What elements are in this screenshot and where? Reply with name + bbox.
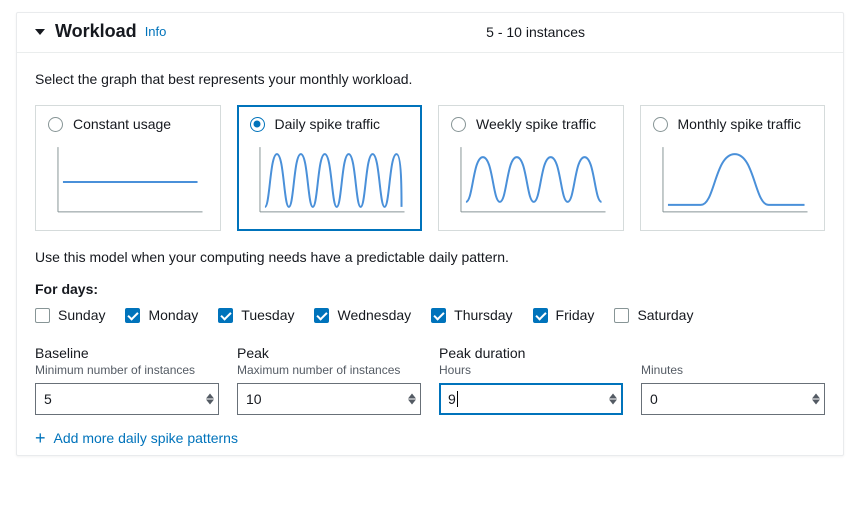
workload-options: Constant usage Daily spike traffic — [35, 105, 825, 231]
description-text: Use this model when your computing needs… — [35, 249, 825, 265]
option-label: Constant usage — [73, 116, 171, 132]
panel-header[interactable]: Workload Info 5 - 10 instances — [17, 13, 843, 53]
day-saturday[interactable]: Saturday — [614, 307, 693, 323]
plus-icon: + — [35, 429, 46, 447]
input-value: 10 — [246, 391, 262, 407]
day-thursday[interactable]: Thursday — [431, 307, 512, 323]
panel-title: Workload — [55, 21, 137, 42]
day-label: Wednesday — [337, 307, 411, 323]
field-sublabel: Hours — [439, 363, 623, 379]
info-link[interactable]: Info — [145, 24, 167, 39]
day-label: Friday — [556, 307, 595, 323]
minutes-field: Minutes 0 — [641, 345, 825, 415]
day-friday[interactable]: Friday — [533, 307, 595, 323]
day-label: Sunday — [58, 307, 105, 323]
day-tuesday[interactable]: Tuesday — [218, 307, 294, 323]
checkbox-icon — [125, 308, 140, 323]
option-daily-spike[interactable]: Daily spike traffic — [237, 105, 423, 231]
add-more-patterns-link[interactable]: + Add more daily spike patterns — [35, 429, 825, 447]
days-row: Sunday Monday Tuesday Wednesday Thursday… — [35, 307, 825, 323]
day-label: Thursday — [454, 307, 512, 323]
radio-icon — [48, 117, 63, 132]
field-label: Peak duration — [439, 345, 623, 361]
panel-body: Select the graph that best represents yo… — [17, 53, 843, 455]
graph-constant-icon — [48, 142, 208, 218]
checkbox-icon — [614, 308, 629, 323]
checkbox-icon — [35, 308, 50, 323]
instance-summary: 5 - 10 instances — [486, 24, 585, 40]
fields-row: Baseline Minimum number of instances 5 P… — [35, 345, 825, 415]
checkbox-icon — [314, 308, 329, 323]
field-sublabel: Minimum number of instances — [35, 363, 219, 379]
minutes-input[interactable]: 0 — [641, 383, 825, 415]
option-weekly-spike[interactable]: Weekly spike traffic — [438, 105, 624, 231]
input-value: 9 — [448, 391, 456, 407]
option-constant-usage[interactable]: Constant usage — [35, 105, 221, 231]
option-monthly-spike[interactable]: Monthly spike traffic — [640, 105, 826, 231]
graph-monthly-icon — [653, 142, 813, 218]
day-monday[interactable]: Monday — [125, 307, 198, 323]
baseline-field: Baseline Minimum number of instances 5 — [35, 345, 219, 415]
hours-field: Peak duration Hours 9 — [439, 345, 623, 415]
radio-icon — [653, 117, 668, 132]
checkbox-icon — [431, 308, 446, 323]
option-label: Monthly spike traffic — [678, 116, 801, 132]
spinner-icon[interactable] — [206, 394, 214, 405]
field-label: Baseline — [35, 345, 219, 361]
day-label: Monday — [148, 307, 198, 323]
workload-panel: Workload Info 5 - 10 instances Select th… — [16, 12, 844, 456]
option-label: Daily spike traffic — [275, 116, 381, 132]
peak-field: Peak Maximum number of instances 10 — [237, 345, 421, 415]
spinner-icon[interactable] — [408, 394, 416, 405]
day-label: Saturday — [637, 307, 693, 323]
radio-icon — [451, 117, 466, 132]
text-cursor-icon — [457, 391, 458, 407]
field-sublabel: Minutes — [641, 363, 825, 379]
spinner-icon[interactable] — [812, 394, 820, 405]
graph-weekly-icon — [451, 142, 611, 218]
add-more-label: Add more daily spike patterns — [54, 430, 238, 446]
peak-input[interactable]: 10 — [237, 383, 421, 415]
for-days-label: For days: — [35, 281, 825, 297]
hours-input[interactable]: 9 — [439, 383, 623, 415]
input-value: 5 — [44, 391, 52, 407]
expand-caret-icon[interactable] — [35, 29, 45, 35]
baseline-input[interactable]: 5 — [35, 383, 219, 415]
radio-icon — [250, 117, 265, 132]
option-label: Weekly spike traffic — [476, 116, 596, 132]
input-value: 0 — [650, 391, 658, 407]
intro-text: Select the graph that best represents yo… — [35, 71, 825, 87]
checkbox-icon — [533, 308, 548, 323]
day-wednesday[interactable]: Wednesday — [314, 307, 411, 323]
checkbox-icon — [218, 308, 233, 323]
day-sunday[interactable]: Sunday — [35, 307, 105, 323]
field-label — [641, 345, 825, 361]
graph-daily-icon — [250, 142, 410, 218]
field-label: Peak — [237, 345, 421, 361]
spinner-icon[interactable] — [609, 394, 617, 405]
field-sublabel: Maximum number of instances — [237, 363, 421, 379]
day-label: Tuesday — [241, 307, 294, 323]
